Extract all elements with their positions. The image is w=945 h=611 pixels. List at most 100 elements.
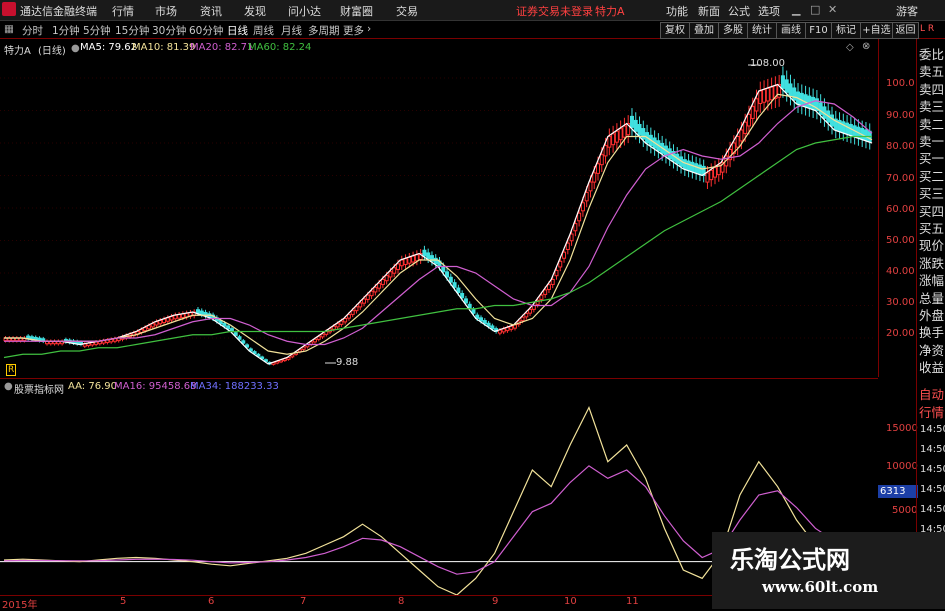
close-icon[interactable]: ✕ [828,3,837,16]
candle-body [524,312,529,318]
candle-body [479,317,484,322]
candle-body [611,133,616,146]
tab-1min[interactable]: 1分钟 [52,23,80,38]
quote-label: 现价 [919,238,945,254]
candle-body [460,292,465,299]
hq-label[interactable]: 行情 [919,402,944,421]
candle-body [339,320,344,325]
tab-weekly[interactable]: 周线 [253,23,274,38]
f10-button[interactable]: F10 [805,22,832,39]
tab-daily[interactable]: 日线 [227,23,248,38]
grid-icon[interactable]: ▦ [4,23,14,35]
tab-30min[interactable]: 30分钟 [152,23,186,38]
watermark-box: 乐淘公式网 www.60lt.com [712,532,945,609]
menu-shichang[interactable]: 市场 [155,3,177,19]
indicator-settings-icon[interactable]: ● [4,381,13,392]
candle-body [712,167,717,178]
candle-body [448,276,453,283]
candle-body [331,325,336,330]
date-tick: 6 [208,596,215,607]
tab-fenshi[interactable]: 分时 [22,23,43,38]
candle-body [694,163,699,174]
candle-body [588,181,593,192]
menu-hangqing[interactable]: 行情 [112,3,134,19]
stats-button[interactable]: 统计 [747,22,777,39]
candle-body [818,102,823,115]
current-stock-name: 特力A [595,5,625,18]
menu-faxian[interactable]: 发现 [244,3,266,19]
quote-label: 买四 [919,203,945,219]
candle-body [343,318,348,323]
mark-button[interactable]: 标记 [831,22,861,39]
minimize-icon[interactable]: ▁ [792,3,800,16]
candle-body [520,316,525,322]
login-warning[interactable]: 证券交易未登录 [516,3,593,19]
candle-body [682,159,687,170]
app-logo-icon [2,2,16,16]
candle-body [641,128,646,140]
draw-line-button[interactable]: 画线 [776,22,806,39]
price-tick: 60.00 [886,204,915,215]
quote-label: 净资 [919,342,945,358]
menu-zixun[interactable]: 资讯 [200,3,222,19]
pane-divider [0,378,878,379]
quote-label: 卖二 [919,116,945,132]
add-watchlist-button[interactable]: +自选 [860,22,893,39]
candle-body [388,271,393,278]
ma16-legend: MA16: 95458.68 [114,381,197,392]
quote-label: 卖四 [919,81,945,97]
tab-monthly[interactable]: 月线 [281,23,302,38]
candle-body [490,325,495,330]
candle-body [746,113,751,127]
candle-body [422,249,427,257]
candle-body [399,259,404,267]
kline-plot[interactable] [0,39,878,377]
menu-caifuquan[interactable]: 财富圈 [340,3,373,19]
overlay-button[interactable]: 叠加 [689,22,719,39]
tab-15min[interactable]: 15分钟 [115,23,149,38]
quote-label: 换手 [919,325,945,341]
menu-xinmian[interactable]: 新面 [698,3,720,19]
candle-body [150,323,155,328]
tab-60min[interactable]: 60分钟 [189,23,223,38]
candle-body [550,279,555,285]
tab-5min[interactable]: 5分钟 [83,23,111,38]
price-tick: 20.00 [886,328,915,339]
candle-body [565,242,570,250]
tick-time: 14:50 [920,464,945,475]
maximize-icon[interactable]: □ [810,3,820,16]
guest-label[interactable]: 游客 [896,3,918,19]
quote-label: 买二 [919,168,945,184]
tab-more[interactable]: 更多 [343,23,364,38]
candle-body [411,255,416,263]
candle-body [452,282,457,288]
candle-body [143,327,148,332]
tab-multi-period[interactable]: 多周期 [308,23,340,38]
menu-gongshi[interactable]: 公式 [728,3,750,19]
ma5-line [4,83,873,365]
date-tick: 5 [120,596,127,607]
candle-body [539,294,544,300]
multi-stock-button[interactable]: 多股 [718,22,748,39]
back-button[interactable]: 返回 [892,22,919,39]
candle-body [165,317,170,322]
candle-body [546,284,551,290]
ma34-legend: MA34: 188233.33 [190,381,279,392]
indicator-tick: 10000 [886,461,918,472]
menu-xuanxiang[interactable]: 选项 [758,3,780,19]
candle-body [592,172,597,183]
menu-gongneng[interactable]: 功能 [666,3,688,19]
candle-body [780,75,785,89]
candle-body [407,256,412,264]
menu-jiaoyi[interactable]: 交易 [396,3,418,19]
auto-label[interactable]: 自动 [919,384,944,403]
price-tick: 40.00 [886,266,915,277]
watermark-title: 乐淘公式网 [730,546,850,574]
candle-body [475,314,480,319]
menu-wenxiaoda[interactable]: 问小达 [288,3,321,19]
candle-body [486,322,491,327]
candle-body [580,202,585,212]
candle-body [233,332,238,336]
candle-body [754,98,759,112]
fuquan-button[interactable]: 复权 [660,22,690,39]
